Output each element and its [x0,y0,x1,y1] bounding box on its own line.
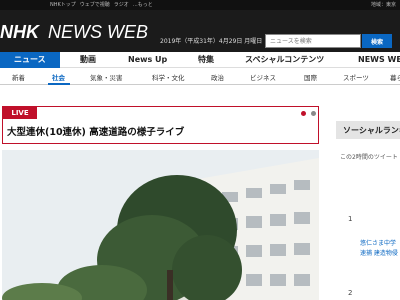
category-science-culture[interactable]: 科学・文化 [152,72,185,82]
live-badge: LIVE [3,107,37,119]
main-nav: ニュース 動画 News Up 特集 スペシャルコンテンツ NEWS WEB [0,52,400,68]
carousel-dot-active[interactable] [301,111,306,116]
news-web-logo[interactable]: NEWS WEB [48,22,148,43]
ranking-item-line2[interactable]: 速捕 建造物侵 [360,250,398,258]
search-input[interactable] [265,34,361,48]
main-nav-features[interactable]: 特集 [198,52,214,68]
main-nav-news-up[interactable]: News Up [128,52,167,68]
top-utility-bar: NHKトップ ウェブで視聴 ラジオ …もっと 地域：東京 [0,0,400,10]
category-business[interactable]: ビジネス [250,72,276,82]
utility-link-nhk-top[interactable]: NHKトップ [50,1,76,8]
category-politics[interactable]: 政治 [211,72,224,82]
site-header: NHK NEWS WEB 2019年（平成31年）4月29日 月曜日 検索 [0,10,400,52]
ranking-number: 2 [348,289,353,297]
utility-link-more[interactable]: …もっと [133,1,153,8]
category-weather-disaster[interactable]: 気象・災害 [90,72,123,82]
utility-link-radio[interactable]: ラジオ [114,1,129,8]
main-nav-news[interactable]: ニュース [0,52,60,68]
ranking-item-line1[interactable]: 悠仁さま中学 [360,240,396,248]
live-video-player[interactable] [2,150,319,300]
category-latest[interactable]: 新着 [12,72,25,82]
nhk-logo[interactable]: NHK [0,22,39,43]
main-nav-special-contents[interactable]: スペシャルコンテンツ [245,52,324,68]
region-setting[interactable]: 地域：東京 [371,1,396,8]
main-nav-news-web[interactable]: NEWS WEB [358,52,400,68]
active-category-indicator [48,83,70,85]
category-international[interactable]: 国際 [304,72,317,82]
social-ranking-heading: ソーシャルランキング [336,121,400,139]
category-living[interactable]: 暮らし [390,72,400,82]
carousel-dot[interactable] [311,111,316,116]
search-button[interactable]: 検索 [362,34,392,48]
ranking-number: 1 [348,215,353,223]
category-nav: 新着 社会 気象・災害 科学・文化 政治 ビジネス 国際 スポーツ 暮らし [0,69,400,85]
category-society[interactable]: 社会 [52,72,65,82]
current-date: 2019年（平成31年）4月29日 月曜日 [160,38,263,45]
live-banner[interactable]: LIVE 大型連休(10連休) 高速道路の様子ライブ [2,106,319,144]
main-nav-video[interactable]: 動画 [80,52,96,68]
live-title[interactable]: 大型連休(10連休) 高速道路の様子ライブ [7,124,184,138]
social-ranking-subtitle: この2時間のツイート [340,154,398,161]
utility-links: NHKトップ ウェブで視聴 ラジオ …もっと [50,1,153,8]
category-sports[interactable]: スポーツ [343,72,369,82]
utility-link-web-watch[interactable]: ウェブで視聴 [80,1,110,8]
building-scene-image [2,150,319,300]
